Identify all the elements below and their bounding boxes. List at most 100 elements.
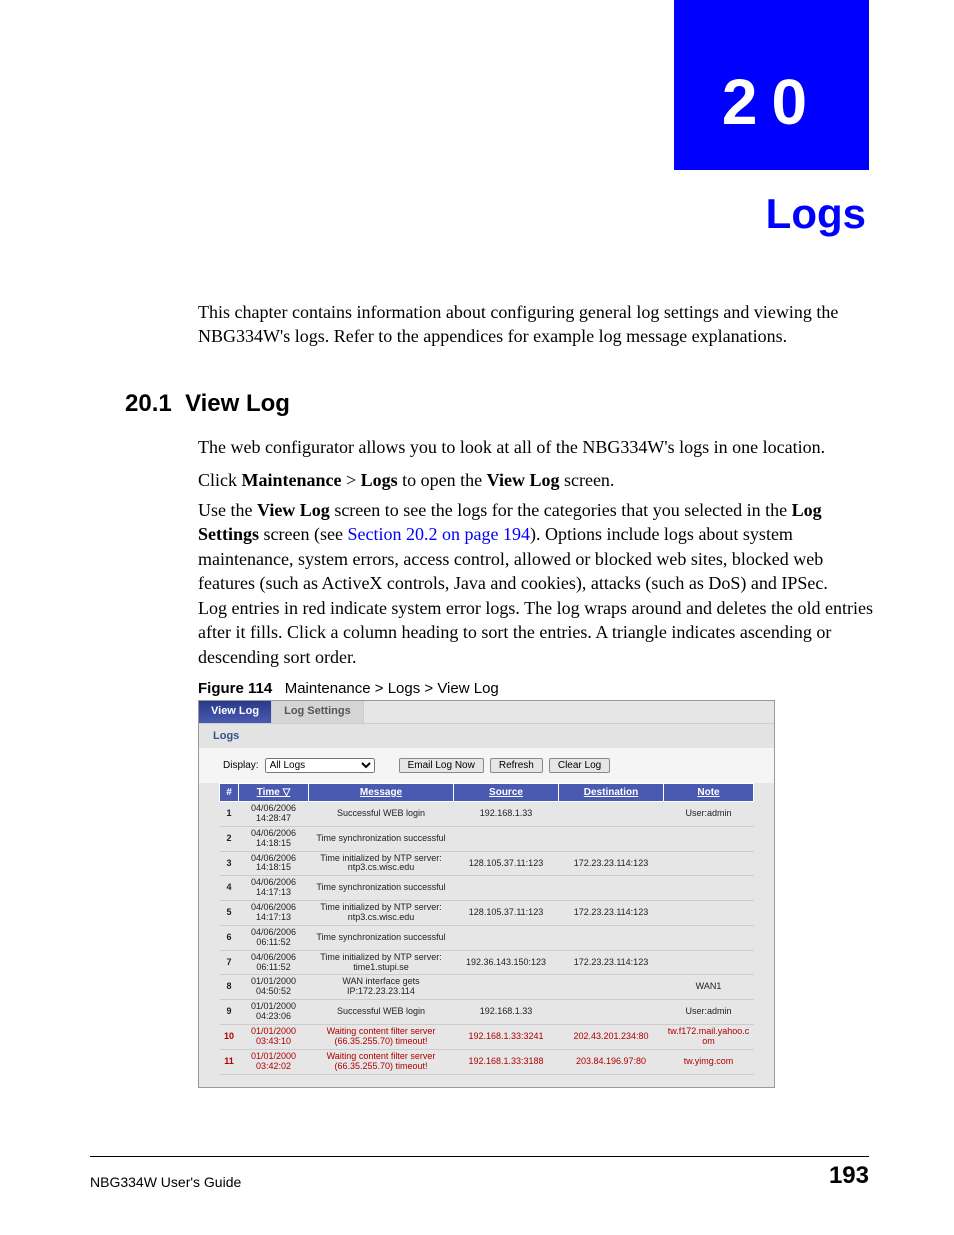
col-destination[interactable]: Destination [559,784,664,802]
cell: Time initialized by NTP server: time1.st… [309,950,454,975]
table-row: 304/06/2006 14:18:15Time initialized by … [220,851,754,876]
table-row: 504/06/2006 14:17:13Time initialized by … [220,901,754,926]
cell: 192.36.143.150:123 [454,950,559,975]
footer-rule [90,1156,869,1157]
cell: Time synchronization successful [309,826,454,851]
tab-log-settings[interactable]: Log Settings [272,701,364,723]
table-row: 404/06/2006 14:17:13Time synchronization… [220,876,754,901]
cell: Successful WEB login [309,1000,454,1025]
display-select[interactable]: All Logs [265,758,375,773]
footer-page-number: 193 [829,1162,869,1190]
cell [559,1000,664,1025]
cell: 192.168.1.33 [454,1000,559,1025]
cell: 04/06/2006 06:11:52 [239,925,309,950]
cell: 01/01/2000 03:43:10 [239,1025,309,1050]
cell: 172.23.23.114:123 [559,950,664,975]
cell: 172.23.23.114:123 [559,901,664,926]
display-label: Display: [223,760,259,771]
footer-guide-name: NBG334W User's Guide [90,1174,241,1190]
cell [454,826,559,851]
cell [559,925,664,950]
cell: 04/06/2006 14:28:47 [239,802,309,827]
cell [559,802,664,827]
cell: 192.168.1.33:3188 [454,1049,559,1074]
cell [664,901,754,926]
col-number[interactable]: # [220,784,239,802]
cell [559,826,664,851]
cell: 5 [220,901,239,926]
cell: 4 [220,876,239,901]
intro-paragraph: This chapter contains information about … [198,300,876,349]
cell: 04/06/2006 14:17:13 [239,901,309,926]
cell: 11 [220,1049,239,1074]
cell: 04/06/2006 14:18:15 [239,851,309,876]
section-number: 20.1 [125,390,172,417]
cell [559,876,664,901]
table-row: 1001/01/2000 03:43:10Waiting content fil… [220,1025,754,1050]
cross-ref-link[interactable]: Section 20.2 on page 194 [347,524,529,544]
panel-title: Logs [199,723,774,748]
section-title: View Log [185,390,290,417]
cell [454,975,559,1000]
cell: 172.23.23.114:123 [559,851,664,876]
section-heading: 20.1 View Log [125,390,290,418]
table-row: 704/06/2006 06:11:52Time initialized by … [220,950,754,975]
log-table: # Time ▽ Message Source Destination Note… [219,783,754,1075]
col-message[interactable]: Message [309,784,454,802]
cell: Time initialized by NTP server: ntp3.cs.… [309,851,454,876]
cell: 203.84.196.97:80 [559,1049,664,1074]
cell: Time synchronization successful [309,925,454,950]
chapter-title: Logs [766,190,866,238]
cell: Waiting content filter server (66.35.255… [309,1049,454,1074]
tab-bar: View Log Log Settings [199,701,774,723]
cell: 192.168.1.33 [454,802,559,827]
cell [454,925,559,950]
cell [664,876,754,901]
paragraph-3: Use the View Log screen to see the logs … [198,498,876,595]
cell [559,975,664,1000]
paragraph-2: Click Maintenance > Logs to open the Vie… [198,468,876,492]
table-row: 1101/01/2000 03:42:02Waiting content fil… [220,1049,754,1074]
controls-row: Display: All Logs Email Log Now Refresh … [199,748,774,783]
cell: 9 [220,1000,239,1025]
cell: 01/01/2000 04:23:06 [239,1000,309,1025]
table-row: 204/06/2006 14:18:15Time synchronization… [220,826,754,851]
cell: WAN interface gets IP:172.23.23.114 [309,975,454,1000]
cell: Time initialized by NTP server: ntp3.cs.… [309,901,454,926]
cell: Time synchronization successful [309,876,454,901]
col-note[interactable]: Note [664,784,754,802]
tab-view-log[interactable]: View Log [199,701,272,723]
paragraph-1: The web configurator allows you to look … [198,435,876,459]
cell: 202.43.201.234:80 [559,1025,664,1050]
cell: 1 [220,802,239,827]
cell: 8 [220,975,239,1000]
cell: 01/01/2000 03:42:02 [239,1049,309,1074]
table-row: 604/06/2006 06:11:52Time synchronization… [220,925,754,950]
cell: 6 [220,925,239,950]
cell: 10 [220,1025,239,1050]
chapter-number-box: 20 [674,0,869,170]
cell: 01/01/2000 04:50:52 [239,975,309,1000]
cell: 192.168.1.33:3241 [454,1025,559,1050]
col-time[interactable]: Time ▽ [239,784,309,802]
cell: Successful WEB login [309,802,454,827]
cell: 04/06/2006 14:18:15 [239,826,309,851]
cell: tw.f172.mail.yahoo.com [664,1025,754,1050]
email-log-now-button[interactable]: Email Log Now [399,758,484,773]
cell: 3 [220,851,239,876]
cell: User:admin [664,802,754,827]
cell: 2 [220,826,239,851]
col-source[interactable]: Source [454,784,559,802]
cell: 128.105.37.11:123 [454,901,559,926]
cell [664,925,754,950]
cell: 04/06/2006 06:11:52 [239,950,309,975]
clear-log-button[interactable]: Clear Log [549,758,610,773]
cell: WAN1 [664,975,754,1000]
cell [664,826,754,851]
cell: 7 [220,950,239,975]
cell: 04/06/2006 14:17:13 [239,876,309,901]
cell: Waiting content filter server (66.35.255… [309,1025,454,1050]
cell: tw.yimg.com [664,1049,754,1074]
refresh-button[interactable]: Refresh [490,758,543,773]
cell [664,851,754,876]
